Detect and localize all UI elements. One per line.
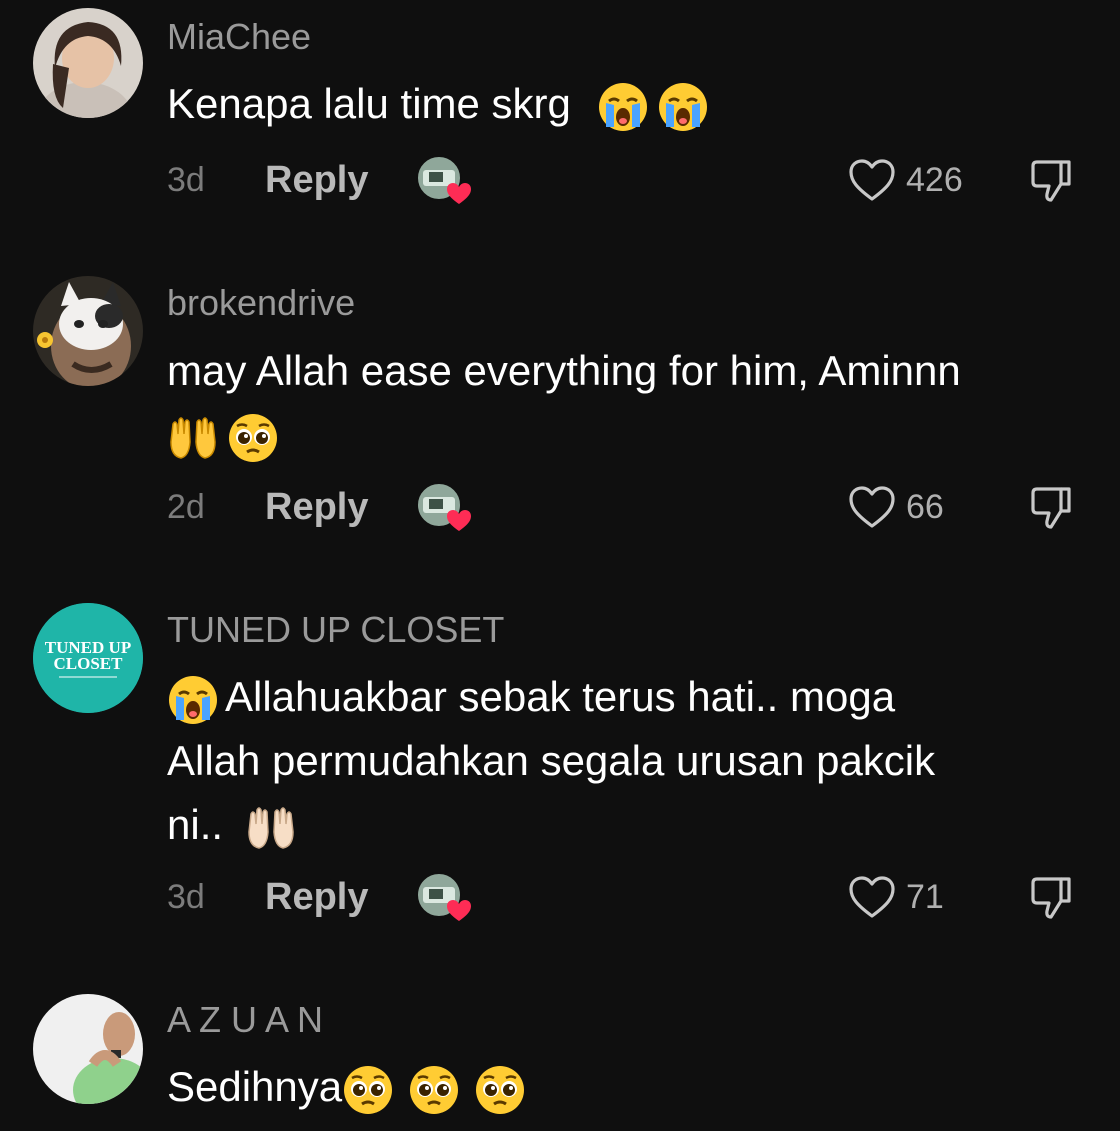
thumbs-down-icon[interactable] — [1027, 156, 1075, 204]
heart-outline-icon[interactable] — [847, 484, 897, 530]
creator-liked-heart-icon — [415, 154, 475, 208]
pleading-face-icon — [227, 412, 279, 464]
comment-text: Allahuakbar sebak terus hati.. moga Alla… — [167, 665, 1087, 857]
reply-button[interactable]: Reply — [265, 878, 368, 916]
heart-outline-icon[interactable] — [847, 157, 897, 203]
user-avatar[interactable]: TUNED UP CLOSET — [33, 603, 143, 713]
girl-avatar-icon — [33, 8, 143, 118]
like-count: 66 — [906, 488, 944, 526]
comment-text: Sedihnya — [167, 1055, 1087, 1119]
loudly-crying-face-icon — [657, 81, 709, 133]
reply-button[interactable]: Reply — [265, 161, 368, 199]
palms-up-together-icon — [245, 802, 297, 854]
loudly-crying-face-icon — [167, 674, 219, 726]
comment-text-line: Allah permudahkan segala urusan pakcik — [167, 737, 936, 784]
comment-text-line: Allahuakbar sebak terus hati.. moga — [225, 673, 896, 720]
thumbs-down-icon[interactable] — [1027, 483, 1075, 531]
like-count: 426 — [906, 161, 963, 199]
comment-age: 2d — [167, 488, 205, 526]
heart-outline-icon[interactable] — [847, 874, 897, 920]
brand-logo-avatar-icon: TUNED UP CLOSET — [33, 603, 143, 713]
comment-text-line: ni.. — [167, 801, 224, 848]
raising-hands-icon — [167, 412, 219, 464]
creator-liked-heart-icon — [415, 871, 475, 925]
comment-username[interactable]: MiaChee — [167, 19, 311, 55]
comment-text-line: Sedihnya — [167, 1063, 343, 1110]
comment-text-line: Kenapa lalu time skrg — [167, 80, 571, 127]
cat-face-avatar-icon — [33, 276, 143, 386]
comment-username[interactable]: brokendrive — [167, 285, 355, 321]
comment-age: 3d — [167, 878, 205, 916]
reply-button[interactable]: Reply — [265, 488, 368, 526]
creator-liked-heart-icon — [415, 481, 475, 535]
loudly-crying-face-icon — [597, 81, 649, 133]
comment-text-line: may Allah ease everything for him, Aminn… — [167, 347, 961, 394]
user-avatar[interactable] — [33, 8, 143, 118]
comment-age: 3d — [167, 161, 205, 199]
user-avatar[interactable] — [33, 276, 143, 386]
pleading-face-icon — [342, 1064, 394, 1116]
thumbs-down-icon[interactable] — [1027, 873, 1075, 921]
comment-username[interactable]: A Z U A N — [167, 1002, 323, 1038]
man-avatar-icon — [33, 994, 143, 1104]
comment-text: Kenapa lalu time skrg — [167, 72, 1087, 136]
comment-text: may Allah ease everything for him, Aminn… — [167, 339, 1087, 467]
user-avatar[interactable] — [33, 994, 143, 1104]
comment-username[interactable]: TUNED UP CLOSET — [167, 612, 504, 648]
pleading-face-icon — [474, 1064, 526, 1116]
pleading-face-icon — [408, 1064, 460, 1116]
like-count: 71 — [906, 878, 944, 916]
avatar-brand-text: CLOSET — [54, 654, 124, 673]
